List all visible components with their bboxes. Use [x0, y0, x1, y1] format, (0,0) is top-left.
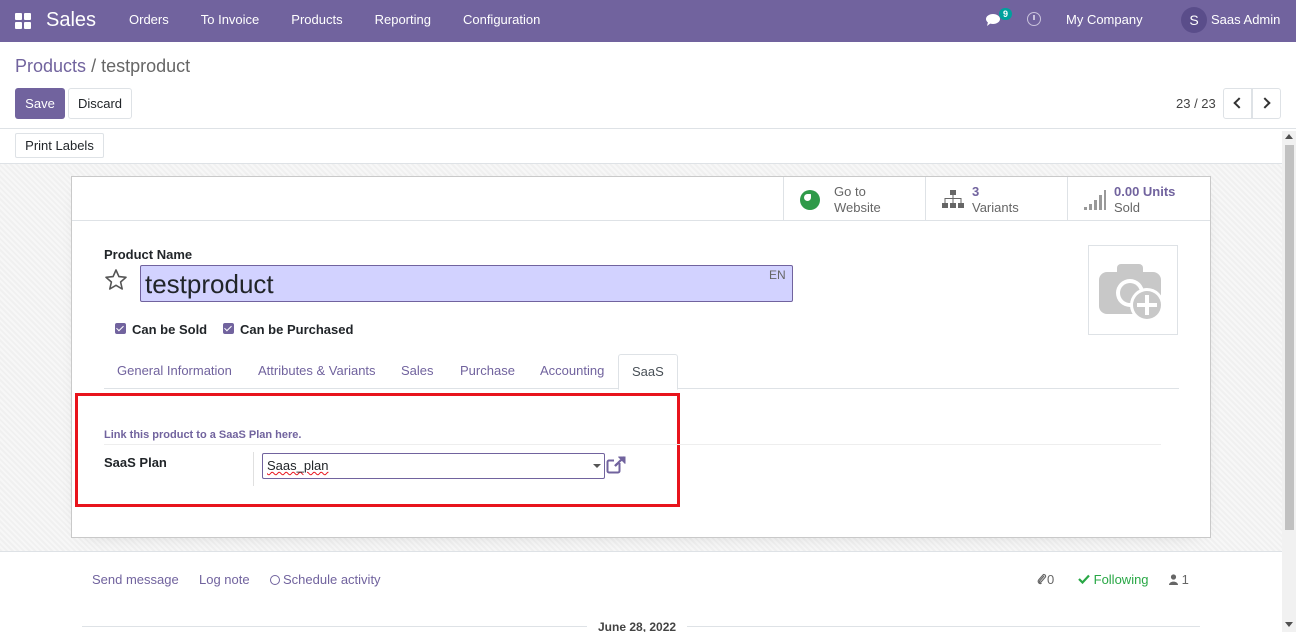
globe-icon: [800, 190, 820, 210]
tab-accounting[interactable]: Accounting: [527, 354, 617, 389]
message-date-label: June 28, 2022: [587, 620, 688, 632]
menu-orders[interactable]: Orders: [113, 0, 185, 42]
tab-purchase[interactable]: Purchase: [447, 354, 528, 389]
main-menu: Orders To Invoice Products Reporting Con…: [113, 0, 556, 42]
can-be-purchased-label[interactable]: Can be Purchased: [240, 322, 353, 337]
check-icon: [1078, 574, 1090, 585]
favorite-star-icon[interactable]: [104, 268, 128, 292]
external-link-icon[interactable]: [606, 456, 626, 474]
notebook-tabs: General Information Attributes & Variant…: [104, 354, 1179, 390]
can-be-sold-label[interactable]: Can be Sold: [132, 322, 207, 337]
signal-bars-icon: [1084, 190, 1106, 210]
tab-attributes-variants[interactable]: Attributes & Variants: [245, 354, 389, 389]
scroll-up-icon[interactable]: [1285, 134, 1293, 139]
tab-sales[interactable]: Sales: [388, 354, 447, 389]
chevron-left-icon: [1233, 97, 1245, 109]
breadcrumb: Products / testproduct: [15, 56, 190, 77]
can-be-sold-checkbox[interactable]: [115, 323, 126, 334]
following-label: Following: [1093, 572, 1149, 587]
pager-next-button[interactable]: [1252, 88, 1281, 119]
followers-count: 1: [1181, 572, 1189, 587]
annotation-highlight-box: [75, 393, 680, 507]
sitemap-icon: [942, 190, 964, 208]
saas-plan-label: SaaS Plan: [104, 455, 167, 470]
top-navbar: Sales Orders To Invoice Products Reporti…: [0, 0, 1296, 42]
product-image-upload[interactable]: [1088, 245, 1178, 335]
breadcrumb-current: testproduct: [101, 56, 191, 76]
user-icon: [1169, 574, 1178, 585]
variants-count: 3: [972, 184, 980, 199]
scrollbar-thumb[interactable]: [1285, 145, 1294, 530]
breadcrumb-parent[interactable]: Products: [15, 56, 86, 76]
product-name-input[interactable]: testproduct: [140, 265, 793, 302]
product-name-label: Product Name: [104, 247, 193, 262]
discard-button[interactable]: Discard: [68, 88, 132, 119]
company-switcher[interactable]: My Company: [1066, 12, 1143, 27]
chevron-right-icon: [1259, 97, 1271, 109]
clock-icon: [270, 575, 280, 585]
app-name[interactable]: Sales: [46, 9, 96, 32]
units-sold-value: 0.00 Units: [1114, 184, 1176, 199]
user-menu[interactable]: Saas Admin: [1211, 12, 1280, 27]
units-sold-button[interactable]: 0.00 Units Sold: [1067, 177, 1210, 220]
pager-value: 23 / 23: [1176, 96, 1216, 111]
tab-general-information[interactable]: General Information: [104, 354, 245, 389]
send-message-button[interactable]: Send message: [92, 572, 179, 587]
print-labels-button[interactable]: Print Labels: [15, 133, 104, 158]
schedule-activity-label: Schedule activity: [283, 572, 381, 587]
apps-menu-icon[interactable]: [15, 13, 31, 29]
go-to-website-button[interactable]: Go to Website: [783, 177, 926, 220]
attachments-button[interactable]: 0: [1037, 572, 1054, 587]
chat-count-badge: 9: [999, 8, 1013, 20]
camera-add-icon: [1099, 264, 1164, 322]
following-button[interactable]: Following: [1078, 572, 1149, 587]
separator-line: [104, 444, 1161, 445]
saas-plan-value: Saas_plan: [267, 458, 329, 473]
dropdown-caret-icon[interactable]: [593, 464, 601, 468]
website-line2: Website: [834, 200, 881, 215]
activity-clock-icon[interactable]: [1027, 12, 1041, 26]
tab-saas[interactable]: SaaS: [618, 354, 678, 390]
variants-button[interactable]: 3 Variants: [925, 177, 1068, 220]
attachments-count: 0: [1047, 572, 1055, 587]
paperclip-icon: [1037, 573, 1047, 585]
menu-to-invoice[interactable]: To Invoice: [185, 0, 276, 42]
breadcrumb-separator: /: [91, 56, 97, 76]
translate-language-button[interactable]: EN: [769, 268, 786, 282]
divider: [0, 128, 1296, 129]
website-line1: Go to: [834, 184, 866, 199]
units-sold-label: Sold: [1114, 200, 1141, 215]
schedule-activity-button[interactable]: Schedule activity: [270, 572, 381, 587]
log-note-button[interactable]: Log note: [199, 572, 250, 587]
menu-reporting[interactable]: Reporting: [359, 0, 447, 42]
user-avatar[interactable]: S: [1181, 7, 1207, 33]
scroll-down-icon[interactable]: [1285, 622, 1293, 627]
saas-plan-input[interactable]: Saas_plan: [262, 453, 605, 479]
save-button[interactable]: Save: [15, 88, 65, 119]
saas-plan-hint: Link this product to a SaaS Plan here.: [104, 429, 302, 441]
menu-configuration[interactable]: Configuration: [447, 0, 556, 42]
variants-label: Variants: [972, 200, 1019, 215]
pager-previous-button[interactable]: [1223, 88, 1252, 119]
field-separator: [253, 452, 254, 486]
menu-products[interactable]: Products: [275, 0, 358, 42]
can-be-purchased-checkbox[interactable]: [223, 323, 234, 334]
followers-button[interactable]: 1: [1169, 572, 1189, 587]
smart-button-box: Go to Website 3 Variants 0.00 Units Sold: [72, 177, 1210, 221]
